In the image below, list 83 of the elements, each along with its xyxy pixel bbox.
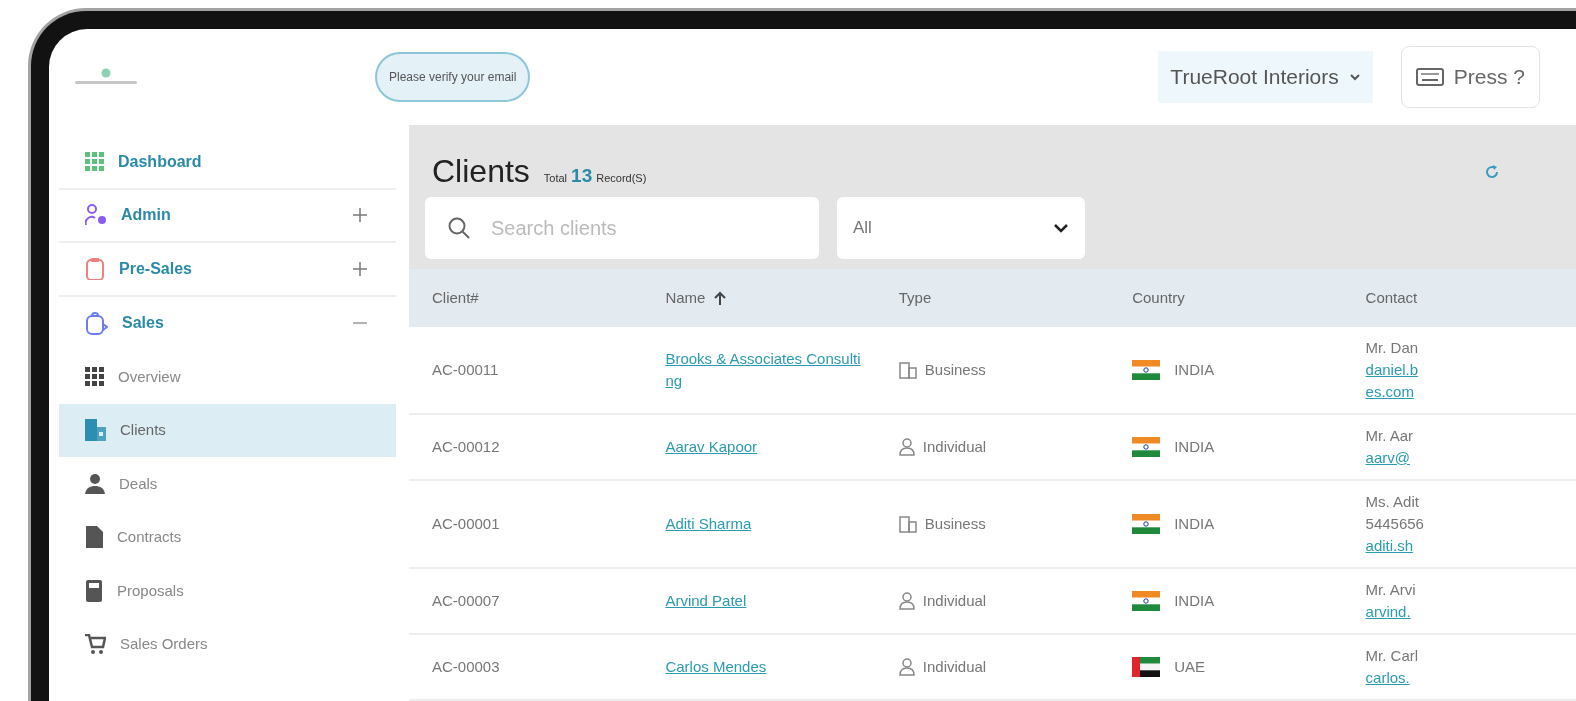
contact-email-link[interactable]: aarv@ — [1365, 449, 1410, 466]
person-icon — [85, 473, 105, 495]
sidebar-item[interactable]: Proposals — [59, 564, 396, 618]
sidebar-item[interactable]: Sales — [59, 296, 396, 350]
client-name-link[interactable]: Aditi Sharma — [665, 513, 752, 535]
contact-text: 5445656 — [1365, 515, 1424, 532]
sidebar-item[interactable]: Admin — [59, 189, 396, 243]
column-header[interactable]: Name — [642, 269, 876, 327]
column-header[interactable]: Country — [1109, 269, 1343, 327]
sidebar-item[interactable]: Clients — [59, 403, 396, 457]
people-icon — [85, 204, 107, 227]
clipboard-icon — [85, 257, 105, 280]
verify-email-badge[interactable]: Please verify your email — [375, 52, 531, 102]
table-cell: AC-00001 — [409, 480, 643, 568]
person-icon — [898, 592, 915, 610]
country-name: INDIA — [1174, 591, 1215, 611]
contact-text: Mr. Dan — [1365, 339, 1419, 356]
contact-email-link[interactable]: aditi.sh — [1365, 537, 1414, 554]
column-header[interactable]: Client# — [409, 269, 643, 327]
client-name-link[interactable]: Brooks & Associates Consulting — [665, 348, 866, 392]
contact-text: Ms. Adit — [1365, 493, 1419, 510]
sidebar-item[interactable]: Overview — [59, 350, 396, 404]
client-name-link[interactable]: Aarav Kapoor — [665, 436, 758, 458]
country-name: INDIA — [1174, 360, 1215, 380]
india-flag-icon — [1132, 360, 1161, 380]
company-dropdown[interactable]: TrueRoot Interiors — [1158, 51, 1373, 103]
country-name: INDIA — [1174, 514, 1215, 534]
table-cell: AC-00003 — [409, 634, 643, 700]
grid-icon — [85, 152, 104, 172]
client-type: Business — [924, 360, 986, 380]
contact-text: Mr. Carl — [1365, 647, 1419, 664]
table-cell: AC-00007 — [409, 568, 643, 634]
chevron-down-icon — [1348, 72, 1361, 82]
client-name-link[interactable]: Arvind Patel — [665, 590, 747, 612]
contact-email-link[interactable]: carlos. — [1365, 669, 1410, 686]
records-label: Record(S) — [596, 171, 647, 186]
building-icon — [898, 515, 917, 533]
sidebar-item[interactable]: Contracts — [59, 510, 396, 564]
india-flag-icon — [1132, 591, 1161, 611]
contact-text: Mr. Arvi — [1365, 581, 1416, 598]
sidebar-item[interactable]: Dashboard — [59, 136, 396, 190]
person-icon — [898, 658, 915, 676]
document-icon — [85, 526, 103, 549]
client-type: Individual — [922, 657, 987, 677]
country-name: INDIA — [1174, 437, 1215, 457]
contact-email-link[interactable]: arvind. — [1365, 603, 1411, 620]
shortcut-button[interactable]: Press ? — [1400, 46, 1540, 108]
country-name: UAE — [1174, 657, 1205, 677]
client-type: Individual — [922, 437, 987, 457]
contact-email-link[interactable]: daniel.b — [1365, 361, 1419, 378]
refresh-icon[interactable] — [1484, 164, 1500, 180]
client-type: Business — [924, 514, 986, 534]
contact-email-link[interactable]: es.com — [1365, 383, 1414, 400]
expand-icon[interactable] — [352, 260, 368, 277]
keyboard-icon — [1415, 68, 1444, 86]
page-title: Clients — [432, 152, 530, 191]
client-type: Individual — [922, 591, 987, 611]
sidebar-item[interactable]: Deals — [59, 457, 396, 511]
building-icon — [898, 361, 917, 379]
calculator-icon — [85, 579, 103, 602]
grid-icon — [85, 367, 104, 387]
uae-flag-icon — [1132, 657, 1161, 677]
sort-up-arrow-icon — [713, 290, 728, 306]
table-cell: AC-00011 — [409, 327, 643, 414]
sidebar-item[interactable]: Pre-Sales — [59, 243, 396, 297]
person-icon — [898, 438, 915, 456]
sidebar-item[interactable]: Sales Orders — [59, 617, 396, 671]
column-header[interactable]: Contact — [1342, 269, 1576, 327]
building-icon — [85, 419, 106, 442]
chevron-down-icon — [1053, 222, 1069, 234]
column-header[interactable]: Type — [875, 269, 1110, 327]
bag-icon — [85, 311, 108, 335]
expand-icon[interactable] — [352, 207, 368, 224]
india-flag-icon — [1132, 514, 1161, 534]
contact-text: Mr. Aar — [1365, 427, 1414, 444]
client-name-link[interactable]: Carlos Mendes — [665, 656, 767, 678]
table-cell: AC-00012 — [409, 414, 643, 480]
search-field[interactable]: Search clients — [425, 197, 819, 259]
india-flag-icon — [1132, 437, 1161, 457]
total-label: Total — [543, 171, 568, 186]
cart-icon — [85, 633, 106, 655]
type-filter-select[interactable]: All — [837, 197, 1085, 259]
record-count: 13 — [571, 164, 593, 188]
